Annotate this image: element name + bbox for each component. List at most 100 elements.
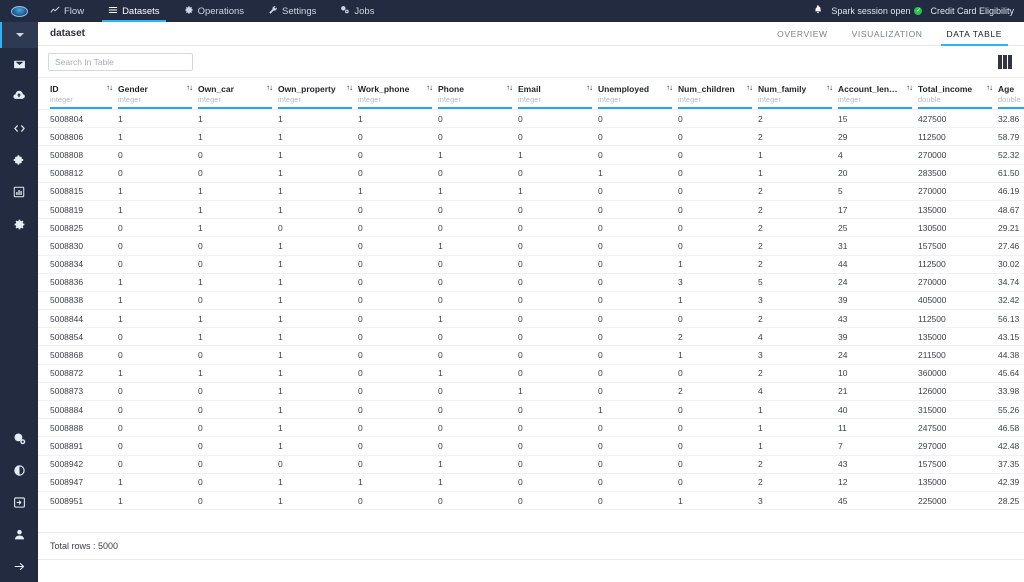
table-cell: 0 (358, 127, 438, 147)
column-header-work_phone[interactable]: Work_phone ↑↓ integer (358, 78, 438, 110)
table-row[interactable]: 5008819 1 1 1 0 0 0 0 0 2 17 135000 48.67 (38, 200, 1024, 220)
table-row[interactable]: 5008942 0 0 0 0 1 0 0 0 2 43 157500 37.35 (38, 455, 1024, 474)
column-header-age[interactable]: Age↑↓double (998, 78, 1024, 110)
table-row[interactable]: 5008804 1 1 1 1 0 0 0 0 2 15 427500 32.86 (38, 109, 1024, 129)
table-row[interactable]: 5008815 1 1 1 1 1 1 0 0 2 5 270000 46.19 (38, 182, 1024, 201)
nav-item-jobs[interactable]: Jobs (328, 0, 386, 22)
table-row[interactable]: 5008891 0 0 1 0 0 0 0 0 1 7 297000 42.48 (38, 436, 1024, 456)
table-row[interactable]: 5008854 0 1 1 0 0 0 0 2 4 39 135000 43.15 (38, 327, 1024, 347)
table-cell: 40 (838, 400, 918, 420)
table-row[interactable]: 5008888 0 0 1 0 0 0 0 0 1 11 247500 46.58 (38, 418, 1024, 438)
table-row[interactable]: 5008868 0 0 1 0 0 0 0 1 3 24 211500 44.38 (38, 345, 1024, 365)
sidebar-item-upload[interactable] (0, 80, 38, 112)
sort-toggle-icon[interactable]: ↑↓ (582, 84, 593, 92)
table-row[interactable]: 5008844 1 1 1 0 1 0 0 0 2 43 112500 56.13 (38, 309, 1024, 329)
table-row[interactable]: 5008951 1 0 1 0 0 0 0 1 3 45 225000 28.25 (38, 491, 1024, 511)
column-header-account_length[interactable]: Account_length ↑↓ integer (838, 78, 918, 110)
table-row[interactable]: 5008806 1 1 1 0 0 0 0 0 2 29 112500 58.79 (38, 127, 1024, 147)
sort-toggle-icon[interactable]: ↑↓ (982, 84, 993, 92)
table-cell: 1 (198, 327, 278, 347)
column-header-label: Own_property (278, 84, 336, 94)
project-name-label[interactable]: Credit Card Eligibility (930, 6, 1014, 16)
table-cell: 5008830 (38, 236, 118, 256)
table-cell: 0 (438, 418, 518, 438)
table-cell: 3 (678, 273, 758, 292)
sort-toggle-icon[interactable]: ↑↓ (422, 84, 433, 92)
sort-toggle-icon[interactable]: ↑↓ (262, 84, 273, 92)
table-row[interactable]: 5008873 0 0 1 0 0 1 0 2 4 21 126000 33.98 (38, 382, 1024, 402)
table-cell: 1 (118, 200, 198, 220)
column-header-gender[interactable]: Gender ↑↓ integer (118, 78, 198, 110)
sort-toggle-icon[interactable]: ↑↓ (662, 84, 673, 92)
column-header-unemployed[interactable]: Unemployed ↑↓ integer (598, 78, 678, 110)
sidebar-item-import[interactable] (0, 486, 38, 518)
table-row[interactable]: 5008838 1 0 1 0 0 0 0 1 3 39 405000 32.42 (38, 291, 1024, 311)
nav-item-operations[interactable]: Operations (172, 0, 256, 22)
table-cell: 5008942 (38, 455, 118, 474)
sort-toggle-icon[interactable]: ↑↓ (342, 84, 353, 92)
column-header-total_income[interactable]: Total_income ↑↓ double (918, 78, 998, 110)
jobs-icon (340, 5, 350, 17)
table-cell: 0 (518, 255, 598, 274)
column-header-own_property[interactable]: Own_property ↑↓ integer (278, 78, 358, 110)
column-header-label: Gender (118, 84, 148, 94)
table-cell: 0 (598, 145, 678, 165)
table-row[interactable]: 5008808 0 0 1 0 1 1 0 0 1 4 270000 52.32 (38, 145, 1024, 165)
table-row[interactable]: 5008872 1 1 1 0 1 0 0 0 2 10 360000 45.64 (38, 364, 1024, 383)
sidebar-item-code[interactable] (0, 112, 38, 144)
nav-item-flow[interactable]: Flow (38, 0, 96, 22)
sidebar-item-inbox[interactable] (0, 48, 38, 80)
columns-toggle-icon[interactable] (998, 54, 1014, 69)
sidebar-item-charts[interactable] (0, 176, 38, 208)
sort-toggle-icon[interactable]: ↑↓ (742, 84, 753, 92)
table-row[interactable]: 5008884 0 0 1 0 0 0 1 0 1 40 315000 55.26 (38, 400, 1024, 420)
sidebar-item-settings[interactable] (0, 208, 38, 240)
table-cell: 0 (198, 345, 278, 365)
tab-overview[interactable]: OVERVIEW (765, 22, 839, 46)
sort-toggle-icon[interactable]: ↑↓ (502, 84, 513, 92)
tab-visualization[interactable]: VISUALIZATION (840, 22, 935, 46)
nav-item-datasets[interactable]: Datasets (96, 0, 172, 22)
column-quality-bar (998, 107, 1024, 109)
table-row[interactable]: 5008836 1 1 1 0 0 0 0 3 5 24 270000 34.74 (38, 273, 1024, 292)
table-cell: 0 (198, 400, 278, 420)
project-selector-button[interactable] (0, 22, 38, 48)
table-cell: 0 (678, 473, 758, 492)
table-cell: 0 (598, 291, 678, 311)
table-cell: 0 (518, 291, 598, 311)
table-cell: 0 (358, 255, 438, 274)
column-header-num_family[interactable]: Num_family ↑↓ integer (758, 78, 838, 110)
column-header-id[interactable]: ID ↑↓ integer (38, 78, 118, 110)
sidebar-item-account[interactable] (0, 518, 38, 550)
table-row[interactable]: 5008834 0 0 1 0 0 0 0 1 2 44 112500 30.02 (38, 255, 1024, 274)
notification-bell-icon[interactable] (813, 4, 823, 18)
table-cell: 0 (438, 273, 518, 292)
data-table-container[interactable]: ID ↑↓ integer Gender ↑↓ integer Own_car ↑↓ integ… (38, 78, 1024, 533)
table-row[interactable]: 5008830 0 0 1 0 1 0 0 0 2 31 157500 27.46 (38, 236, 1024, 256)
tab-data-table[interactable]: DATA TABLE (935, 22, 1014, 46)
sort-toggle-icon[interactable]: ↑↓ (182, 84, 193, 92)
column-header-own_car[interactable]: Own_car ↑↓ integer (198, 78, 278, 110)
list-icon (108, 5, 118, 17)
table-row[interactable]: 5008812 0 0 1 0 0 0 1 0 1 20 283500 61.50 (38, 164, 1024, 183)
sort-toggle-icon[interactable]: ↑↓ (902, 84, 913, 92)
sort-toggle-icon[interactable]: ↑↓ (822, 84, 833, 92)
table-row[interactable]: 5008947 1 0 1 1 1 0 0 0 2 12 135000 42.39 (38, 473, 1024, 492)
wrench-icon (268, 5, 278, 17)
sidebar-item-plugins[interactable] (0, 144, 38, 176)
table-cell: 2 (758, 200, 838, 220)
column-header-num_children[interactable]: Num_children ↑↓ integer (678, 78, 758, 110)
table-cell: 0 (598, 309, 678, 329)
table-row[interactable]: 5008825 0 1 0 0 0 0 0 0 2 25 130500 29.21 (38, 218, 1024, 238)
sidebar-expand-button[interactable] (0, 550, 38, 582)
column-header-email[interactable]: Email ↑↓ integer (518, 78, 598, 110)
sort-toggle-icon[interactable]: ↑↓ (102, 84, 113, 92)
column-header-phone[interactable]: Phone ↑↓ integer (438, 78, 518, 110)
sidebar-item-help[interactable] (0, 422, 38, 454)
column-type-label: integer (278, 95, 301, 104)
gear-icon (184, 5, 194, 17)
sidebar-item-theme[interactable] (0, 454, 38, 486)
nav-item-settings[interactable]: Settings (256, 0, 328, 22)
dataiku-logo-icon[interactable] (0, 0, 38, 22)
search-input[interactable] (48, 52, 193, 71)
